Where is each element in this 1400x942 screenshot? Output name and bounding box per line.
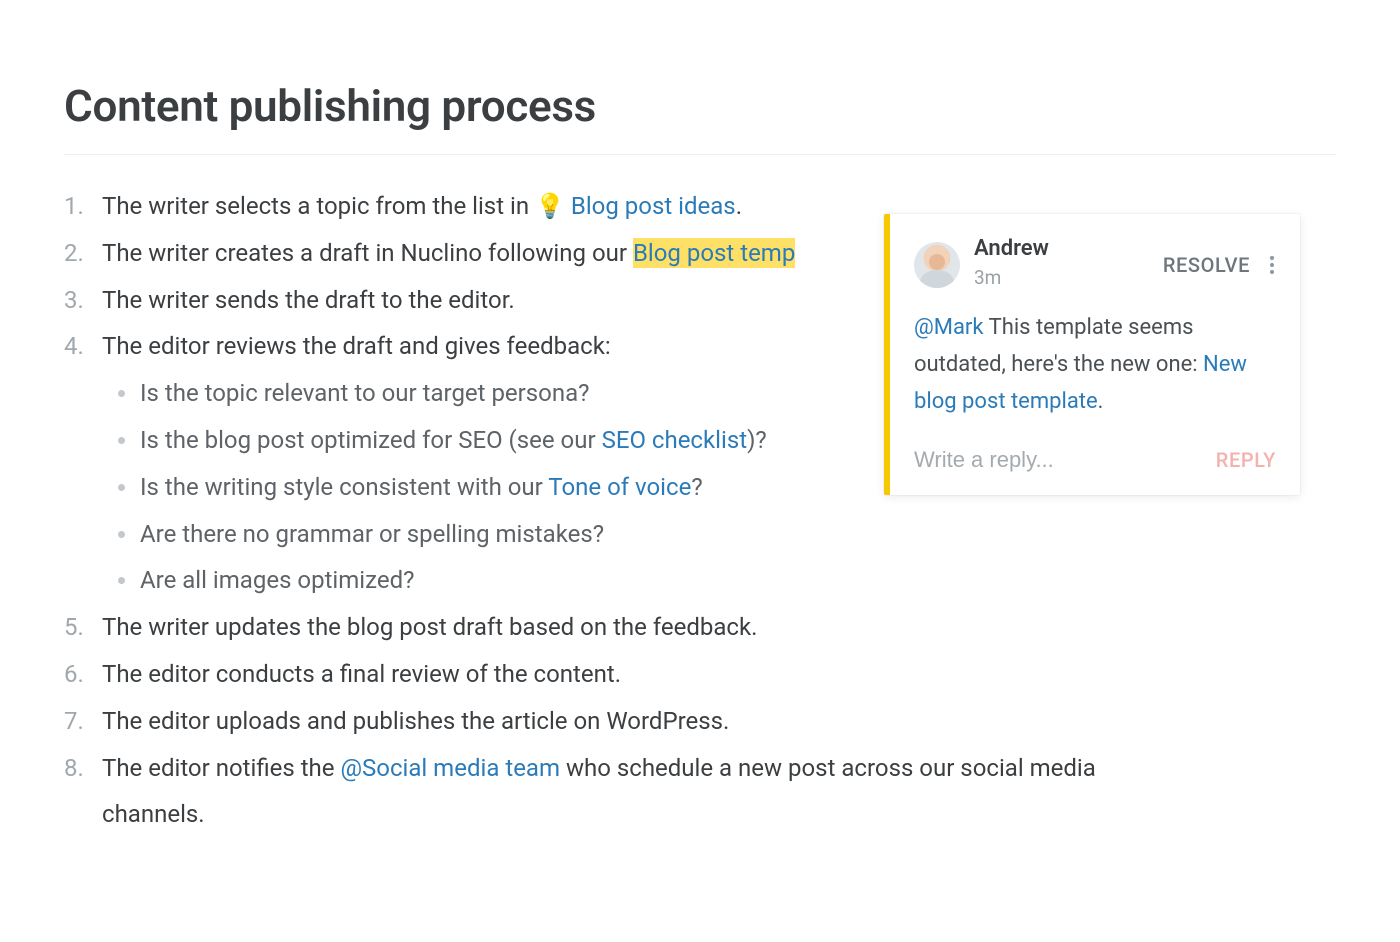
highlighted-link-blog-post-template[interactable]: Blog post temp xyxy=(633,238,795,268)
comment-body: @Mark This template seems outdated, here… xyxy=(914,309,1276,421)
check-text: Are there no grammar or spelling mistake… xyxy=(140,520,604,548)
step-text: The editor reviews the draft and gives f… xyxy=(102,332,611,360)
check-text: Is the blog post optimized for SEO (see … xyxy=(140,426,602,454)
comment-header: Andrew 3m RESOLVE xyxy=(914,236,1276,295)
check-text: Is the topic relevant to our target pers… xyxy=(140,379,590,407)
lightbulb-icon: 💡 xyxy=(535,192,565,220)
step-text: The writer creates a draft in Nuclino fo… xyxy=(102,239,633,267)
step-text: The writer selects a topic from the list… xyxy=(102,192,535,220)
step-text: The editor notifies the xyxy=(102,754,340,782)
resolve-button[interactable]: RESOLVE xyxy=(1163,248,1250,282)
step-item[interactable]: The editor notifies the @Social media te… xyxy=(64,745,1164,839)
link-tone-of-voice[interactable]: Tone of voice xyxy=(548,473,691,501)
comment-author-block: Andrew 3m xyxy=(974,236,1149,295)
step-text: The writer updates the blog post draft b… xyxy=(102,613,757,641)
comment-author-name: Andrew xyxy=(974,236,1149,262)
comment-actions: RESOLVE xyxy=(1163,248,1276,282)
link-seo-checklist[interactable]: SEO checklist xyxy=(602,426,748,454)
comment-text: . xyxy=(1098,389,1104,414)
mention-mark[interactable]: @Mark xyxy=(914,315,984,340)
avatar[interactable] xyxy=(914,242,960,288)
step-text: The editor uploads and publishes the art… xyxy=(102,707,729,735)
mention-social-media-team[interactable]: @Social media team xyxy=(340,754,560,782)
check-text: Is the writing style consistent with our xyxy=(140,473,548,501)
check-text: Are all images optimized? xyxy=(140,566,414,594)
check-text: ? xyxy=(691,473,702,501)
comment-card: Andrew 3m RESOLVE @Mark This template se… xyxy=(884,214,1300,495)
checklist-item[interactable]: Are there no grammar or spelling mistake… xyxy=(102,511,1164,558)
step-item[interactable]: The writer updates the blog post draft b… xyxy=(64,604,1164,651)
step-text: . xyxy=(736,192,742,220)
step-text: The writer sends the draft to the editor… xyxy=(102,286,515,314)
check-text: )? xyxy=(747,426,767,454)
checklist-item[interactable]: Are all images optimized? xyxy=(102,557,1164,604)
link-blog-post-ideas[interactable]: Blog post ideas xyxy=(571,192,736,220)
reply-input[interactable] xyxy=(914,447,1204,473)
document-page: Content publishing process The writer se… xyxy=(0,0,1400,838)
more-options-icon[interactable] xyxy=(1268,254,1276,276)
comment-reply-row: REPLY xyxy=(914,443,1276,477)
page-title: Content publishing process xyxy=(64,80,1336,155)
step-text: The editor conducts a final review of th… xyxy=(102,660,621,688)
step-item[interactable]: The editor uploads and publishes the art… xyxy=(64,698,1164,745)
comment-timestamp: 3m xyxy=(974,262,1149,294)
reply-button[interactable]: REPLY xyxy=(1216,443,1276,477)
step-item[interactable]: The editor conducts a final review of th… xyxy=(64,651,1164,698)
